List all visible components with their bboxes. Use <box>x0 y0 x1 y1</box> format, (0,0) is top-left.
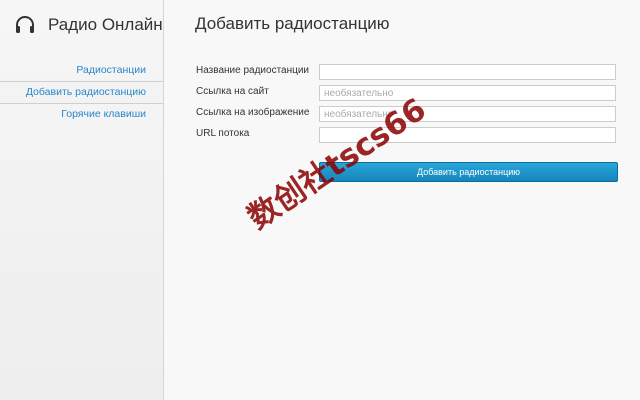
station-name-input[interactable] <box>319 64 616 80</box>
page-title: Добавить радиостанцию <box>195 14 390 33</box>
headphones-icon <box>14 14 36 36</box>
image-url-label: Ссылка на изображение <box>196 107 310 118</box>
station-name-label: Название радиостанции <box>196 65 310 76</box>
sidebar: Радио Онлайн Радиостанции Добавить радио… <box>0 0 164 400</box>
app-title: Радио Онлайн <box>48 15 163 34</box>
sidebar-item-stations[interactable]: Радиостанции <box>0 60 163 81</box>
sidebar-item-add-station[interactable]: Добавить радиостанцию <box>0 81 163 104</box>
app-header: Радио Онлайн <box>14 13 163 37</box>
add-station-button[interactable]: Добавить радиостанцию <box>319 162 618 182</box>
main-content: Добавить радиостанцию Название радиостан… <box>164 0 640 400</box>
site-url-input[interactable] <box>319 85 616 101</box>
sidebar-nav: Радиостанции Добавить радиостанцию Горяч… <box>0 60 163 125</box>
stream-url-label: URL потока <box>196 128 250 139</box>
stream-url-input[interactable] <box>319 127 616 143</box>
sidebar-item-hotkeys[interactable]: Горячие клавиши <box>0 104 163 125</box>
image-url-input[interactable] <box>319 106 616 122</box>
site-url-label: Ссылка на сайт <box>196 86 269 97</box>
